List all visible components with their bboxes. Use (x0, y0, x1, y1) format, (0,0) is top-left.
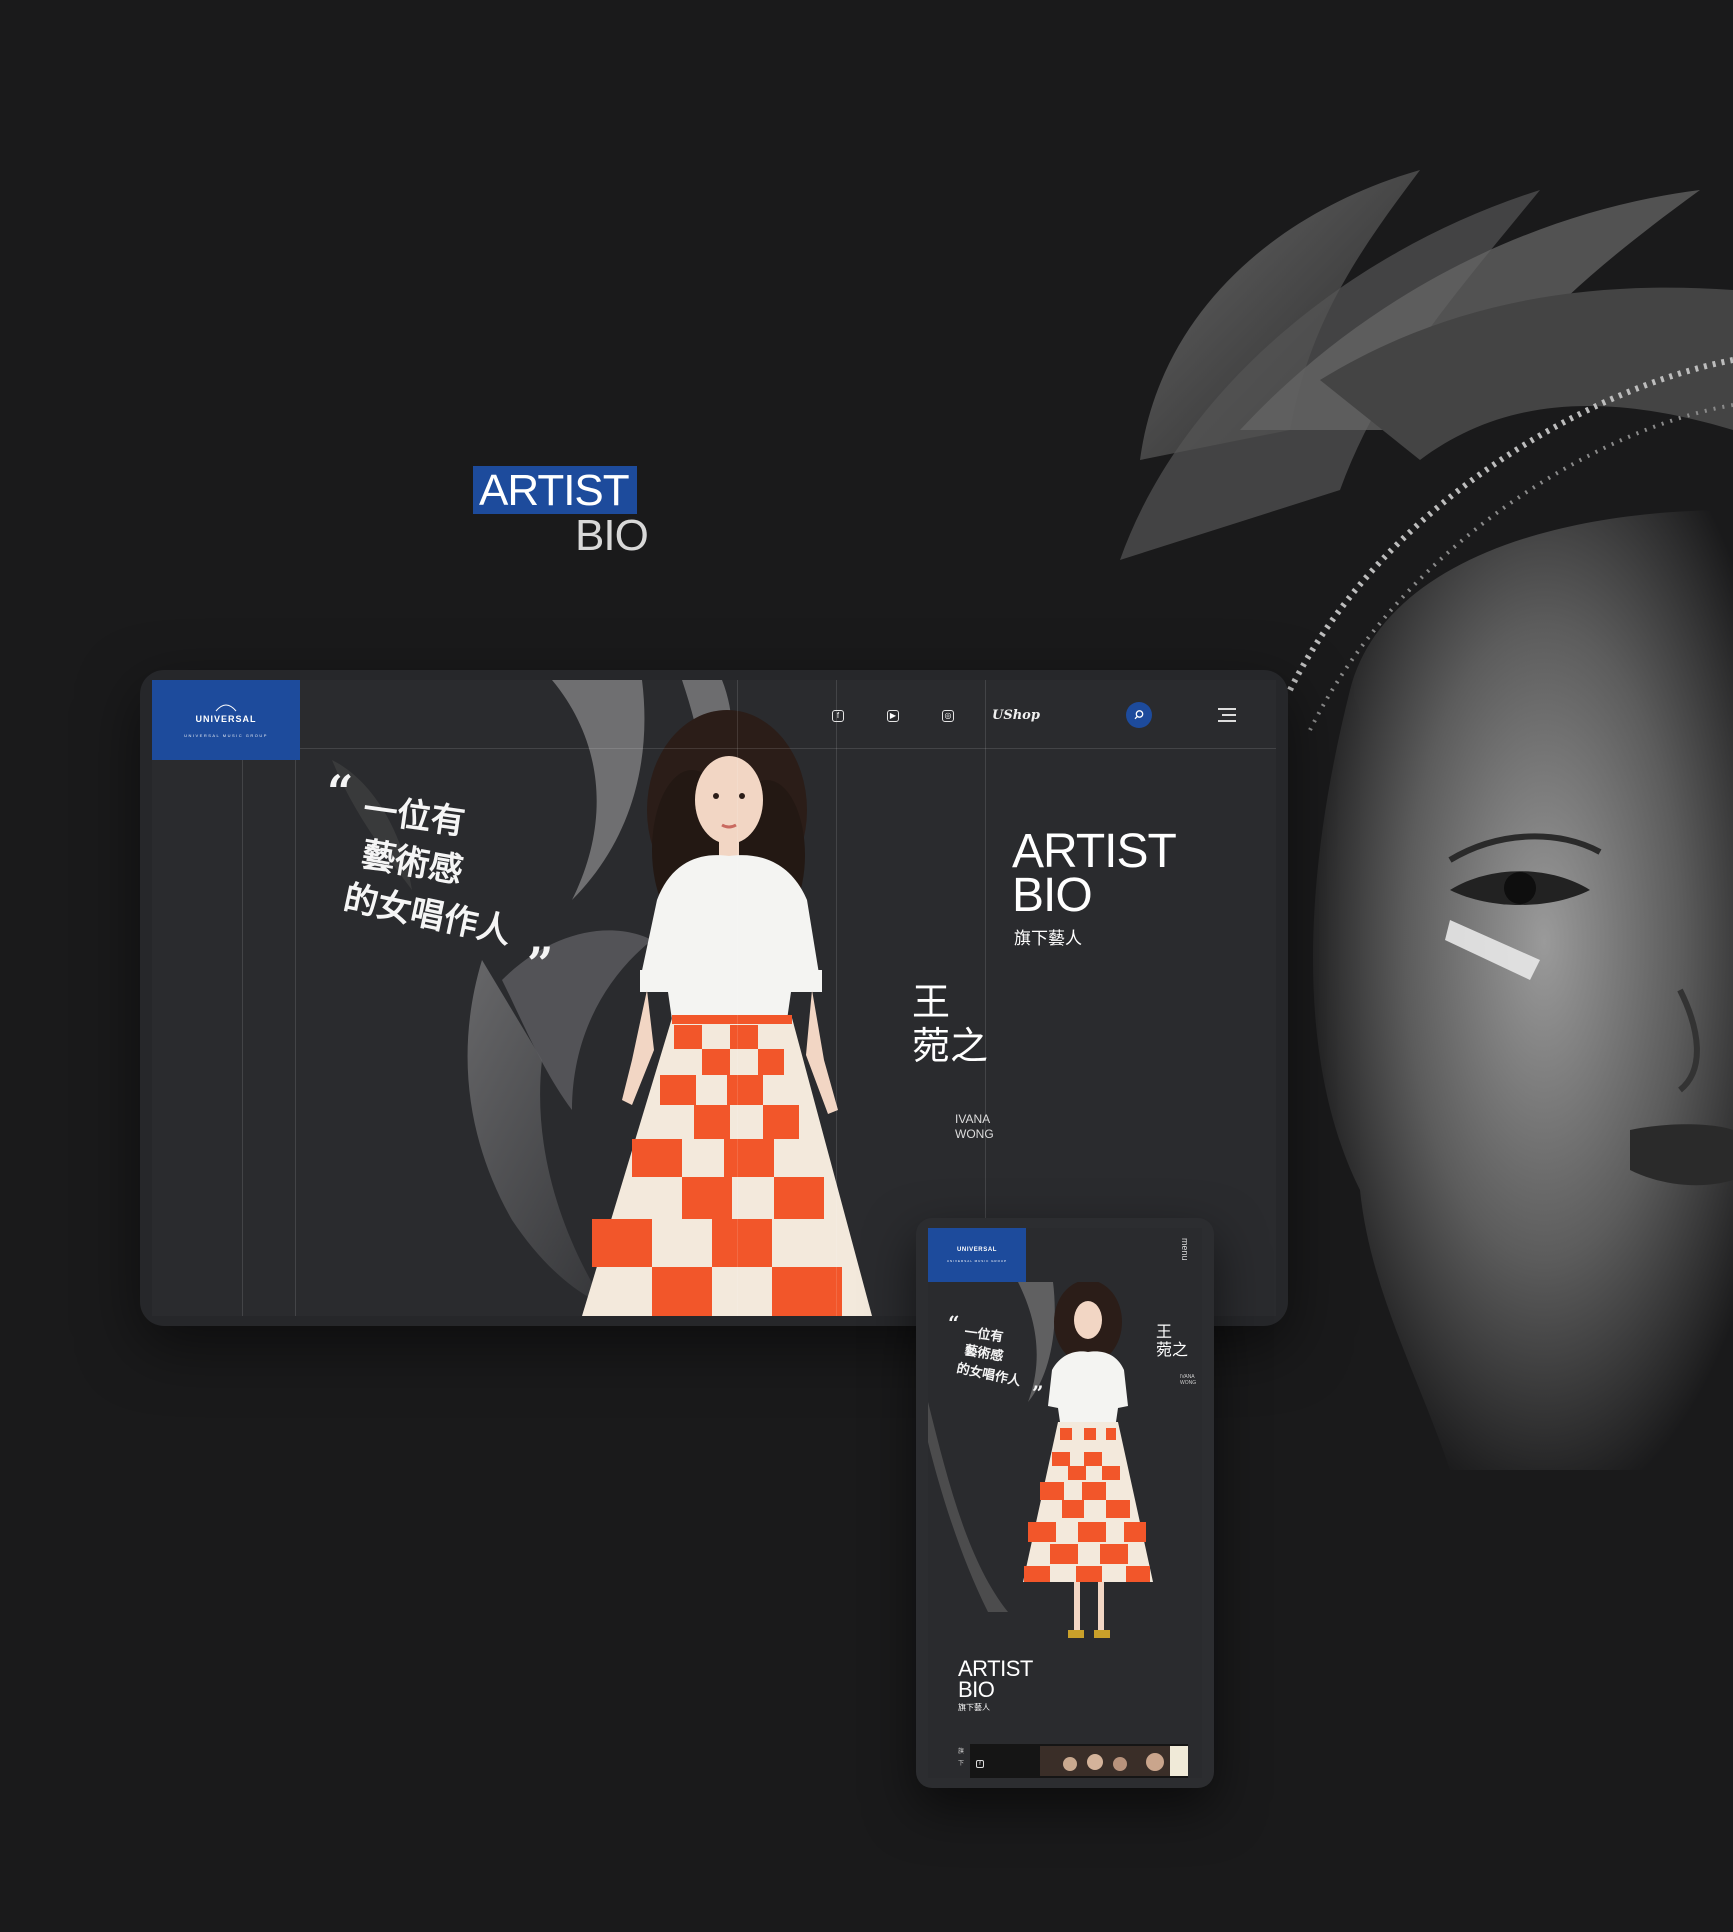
mobile-artist-name-en: IVANA WONG (1180, 1374, 1196, 1386)
mobile-menu-button[interactable]: menu (1180, 1238, 1190, 1261)
svg-text:”: ” (1032, 1381, 1044, 1405)
ushop-link[interactable]: UShop (992, 708, 1040, 723)
grid-line (836, 680, 837, 1316)
header-divider (152, 748, 1276, 749)
heading-title: ARTIST (473, 466, 637, 514)
mobile-artist-bio-subtitle-cn: 旗下藝人 (958, 1703, 990, 1712)
logo-group-text: UNIVERSAL MUSIC GROUP (184, 733, 268, 738)
section-heading: ARTIST BIO (473, 466, 649, 560)
artist-artwork: “ 一位有 藝術感 的女唱作人 ” (272, 680, 992, 1316)
universal-logo[interactable]: UNIVERSAL UNIVERSAL MUSIC GROUP (152, 680, 300, 760)
facebook-icon[interactable]: f (832, 710, 844, 722)
grid-line (295, 680, 296, 1316)
instagram-icon[interactable]: ◎ (942, 710, 954, 722)
title-line-2: BIO (1012, 869, 1093, 922)
grid-line (737, 680, 738, 1316)
hamburger-menu-button[interactable] (1218, 708, 1236, 722)
mobile-logo-group-text: UNIVERSAL MUSIC GROUP (946, 1259, 1008, 1263)
svg-text:”: ” (527, 937, 553, 991)
mobile-artist-name-cn: 王 菀之 (1156, 1323, 1196, 1359)
logo-brand-text: UNIVERSAL (195, 714, 257, 724)
mobile-artist-name-cn-line-1: 王 (1156, 1322, 1173, 1341)
mobile-photo-strip[interactable] (970, 1744, 1188, 1778)
mobile-universal-logo[interactable]: UNIVERSAL UNIVERSAL MUSIC GROUP (928, 1228, 1026, 1282)
mobile-artist-name-cn-line-2: 菀之 (1156, 1340, 1189, 1359)
artist-name-cn-line-1: 王 (912, 980, 951, 1024)
mobile-screen: “ 一位有 藝術感 的女唱作人 ” UNIVERSAL UNIVERSAL MU… (928, 1228, 1202, 1778)
mobile-title-line-1: ARTIST (958, 1656, 1033, 1681)
artist-bio-subtitle-cn: 旗下藝人 (1014, 929, 1082, 949)
svg-text:的女唱作人: 的女唱作人 (955, 1360, 1023, 1389)
svg-text:的女唱作人: 的女唱作人 (340, 878, 515, 952)
mobile-title-line-2: BIO (958, 1677, 995, 1702)
artist-name-cn: 王 菀之 (912, 980, 992, 1068)
grid-line (242, 680, 243, 1316)
svg-text:藝術感: 藝術感 (963, 1342, 1004, 1365)
mobile-logo-brand-text: UNIVERSAL (956, 1247, 998, 1253)
search-button[interactable] (1126, 702, 1152, 728)
svg-text:一位有: 一位有 (963, 1324, 1004, 1345)
artist-name-en: IVANA WONG (955, 1112, 994, 1142)
mobile-facebook-icon[interactable]: f (976, 1760, 984, 1768)
mobile-mockup: “ 一位有 藝術感 的女唱作人 ” UNIVERSAL UNIVERSAL MU… (916, 1218, 1214, 1788)
artist-name-cn-line-2: 菀之 (912, 1024, 989, 1068)
showcase-canvas: ARTIST BIO “ 一位有 藝術感 的女唱作人 ” UNIVERSAL U… (0, 0, 1733, 1932)
artist-name-en-line-2: WONG (955, 1127, 994, 1141)
svg-text:“: “ (327, 765, 353, 819)
mobile-artist-bio-title: ARTIST BIO (958, 1656, 1033, 1702)
globe-icon (215, 704, 237, 712)
youtube-icon[interactable]: ▶ (887, 710, 899, 722)
heading-subtitle: BIO (575, 511, 649, 560)
artist-bio-title: ARTIST BIO (1012, 825, 1177, 922)
mobile-artist-name-en-line-2: WONG (1180, 1380, 1197, 1386)
artist-name-en-line-1: IVANA (955, 1112, 991, 1126)
svg-text:“: “ (948, 1311, 960, 1335)
search-icon (1134, 710, 1144, 720)
mobile-side-label-cn: 旗下 (958, 1748, 965, 1767)
title-line-1: ARTIST (1012, 825, 1177, 878)
